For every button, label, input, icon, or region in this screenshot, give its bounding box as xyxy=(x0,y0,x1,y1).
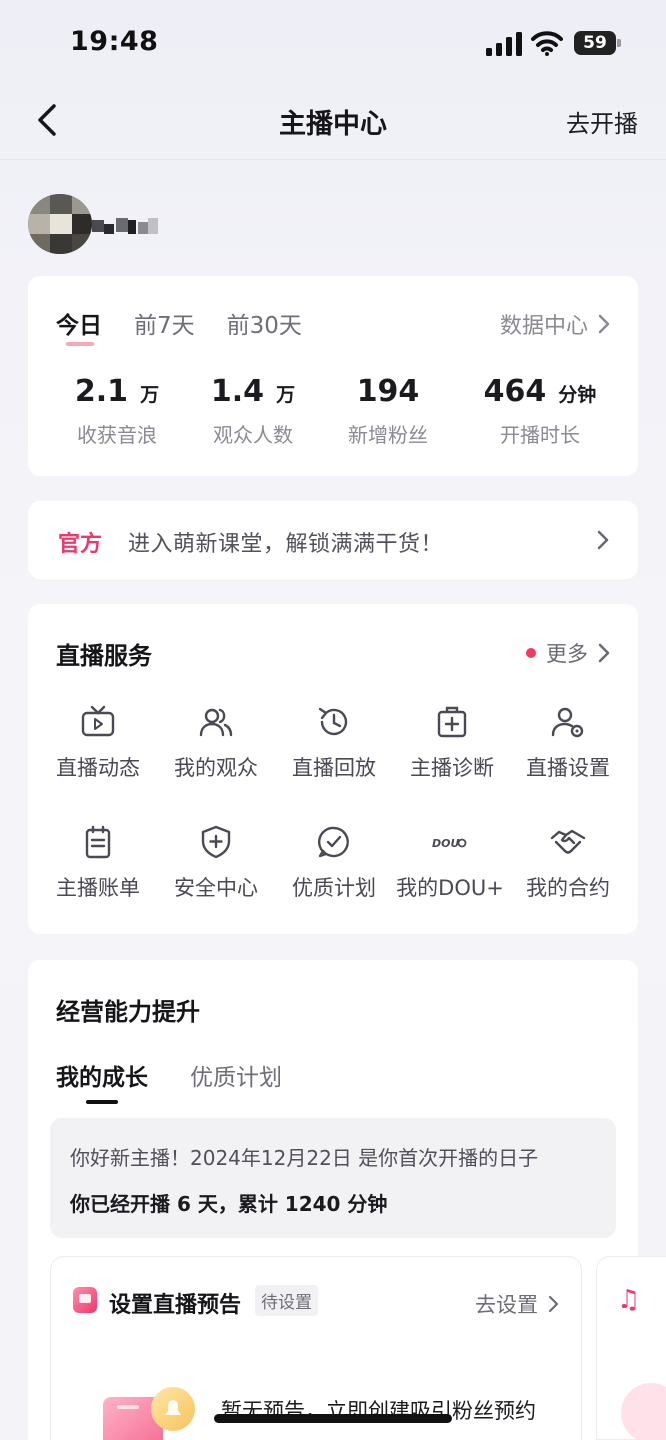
status-badge: 待设置 xyxy=(255,1285,318,1316)
battery-icon: 59 xyxy=(574,31,622,55)
music-note-icon: ♫ xyxy=(617,1285,641,1315)
stat-label: 观众人数 xyxy=(213,423,293,447)
preview-illustration-icon xyxy=(103,1387,195,1440)
service-label: 主播诊断 xyxy=(410,756,494,780)
active-tab-indicator xyxy=(66,342,94,346)
tab-7-days[interactable]: 前7天 xyxy=(134,306,195,340)
check-chat-icon xyxy=(318,826,349,858)
stat-unit: 万 xyxy=(276,384,296,406)
service-quality-plan[interactable]: 优质计划 xyxy=(274,824,394,902)
service-label: 我的观众 xyxy=(174,756,258,780)
service-my-audience[interactable]: 我的观众 xyxy=(156,704,276,782)
tab-30-days[interactable]: 前30天 xyxy=(227,306,302,340)
handshake-icon xyxy=(550,829,586,854)
service-replay[interactable]: 直播回放 xyxy=(274,704,394,782)
service-dou-plus[interactable]: DOU 我的DOU+ xyxy=(390,824,510,902)
banner-text: 进入萌新课堂，解锁满满干货！ xyxy=(128,532,444,557)
official-tag: 官方 xyxy=(58,532,103,557)
tv-icon xyxy=(81,705,115,737)
stat-unit: 分钟 xyxy=(558,384,597,406)
username-pixelated xyxy=(92,218,158,234)
shield-icon xyxy=(201,825,231,859)
next-card-peek[interactable]: ♫ xyxy=(596,1256,666,1440)
more-label: 更多 xyxy=(546,642,588,666)
stat-value: 2.1 xyxy=(74,374,129,409)
bill-icon xyxy=(85,825,111,859)
stat-value: 464 xyxy=(483,374,547,409)
stat-label: 开播时长 xyxy=(500,423,580,447)
go-settings-link[interactable]: 去设置 xyxy=(475,1289,559,1319)
growth-tabs: 我的成长 优质计划 xyxy=(56,1058,324,1104)
service-live-feed[interactable]: 直播动态 xyxy=(38,704,158,782)
service-label: 优质计划 xyxy=(292,876,376,900)
stat-live-duration[interactable]: 464 分钟 开播时长 xyxy=(460,374,620,448)
medical-kit-icon xyxy=(437,706,467,738)
decorative-circle xyxy=(621,1383,666,1440)
stat-unit: 万 xyxy=(140,384,160,406)
more-services-link[interactable]: 更多 xyxy=(526,638,610,668)
service-bill[interactable]: 主播账单 xyxy=(38,824,158,902)
tab-my-growth[interactable]: 我的成长 xyxy=(56,1058,148,1104)
home-indicator xyxy=(214,1414,452,1423)
live-services-card: 直播服务 更多 直播动态 我的观众 直播回放 主播诊断 直播设置 主播账单 安全… xyxy=(28,604,638,934)
stat-viewers[interactable]: 1.4 万 观众人数 xyxy=(178,374,328,448)
svg-text:DOU: DOU xyxy=(432,837,459,850)
service-contract[interactable]: 我的合约 xyxy=(508,824,628,902)
data-center-link[interactable]: 数据中心 xyxy=(500,308,610,340)
chevron-right-icon xyxy=(597,530,609,550)
user-settings-icon xyxy=(551,707,584,738)
audience-icon xyxy=(199,708,233,737)
battery-level: 59 xyxy=(574,31,616,55)
status-bar: 19:48 59 xyxy=(0,0,666,90)
dou-icon: DOU xyxy=(432,837,467,850)
wifi-icon xyxy=(531,31,563,56)
section-title: 经营能力提升 xyxy=(56,998,200,1026)
stat-value: 1.4 xyxy=(210,374,265,409)
preview-title: 设置直播预告 xyxy=(109,1293,242,1318)
stat-label: 新增粉丝 xyxy=(348,423,428,447)
tab-today-label: 今日 xyxy=(56,313,102,339)
stat-value: 194 xyxy=(356,374,420,409)
tab-my-growth-label: 我的成长 xyxy=(56,1065,148,1091)
notification-dot xyxy=(526,648,536,658)
go-settings-label: 去设置 xyxy=(475,1293,538,1317)
service-diagnosis[interactable]: 主播诊断 xyxy=(392,704,512,782)
service-label: 主播账单 xyxy=(56,876,140,900)
welcome-line-1: 你好新主播！2024年12月22日 是你首次开播的日子 xyxy=(70,1146,539,1170)
service-label: 我的DOU+ xyxy=(396,876,504,900)
avatar[interactable] xyxy=(28,194,92,254)
start-live-button[interactable]: 去开播 xyxy=(566,104,638,139)
live-preview-card[interactable]: 设置直播预告 待设置 去设置 暂无预告，立即创建吸引粉丝预约 xyxy=(50,1256,582,1440)
chevron-right-icon xyxy=(598,643,610,663)
official-banner[interactable]: 官方 进入萌新课堂，解锁满满干货！ xyxy=(28,501,638,579)
stat-label: 收获音浪 xyxy=(77,423,157,447)
section-title: 直播服务 xyxy=(56,642,152,670)
growth-card: 经营能力提升 我的成长 优质计划 你好新主播！2024年12月22日 是你首次开… xyxy=(28,960,638,1440)
data-center-label: 数据中心 xyxy=(499,314,588,339)
replay-clock-icon xyxy=(318,707,348,736)
signal-icon xyxy=(486,32,522,56)
stats-card: 今日 前7天 前30天 数据中心 2.1 万 收获音浪 1.4 万 观众人数 194… xyxy=(28,276,638,476)
welcome-box: 你好新主播！2024年12月22日 是你首次开播的日子 你已经开播 6 天，累计… xyxy=(50,1118,616,1238)
chevron-right-icon xyxy=(598,314,610,334)
chevron-right-icon xyxy=(548,1295,559,1313)
stat-sound-waves[interactable]: 2.1 万 收获音浪 xyxy=(42,374,192,448)
service-security[interactable]: 安全中心 xyxy=(156,824,276,902)
stat-new-fans[interactable]: 194 新增粉丝 xyxy=(313,374,463,448)
tab-quality-plan[interactable]: 优质计划 xyxy=(190,1058,282,1092)
tab-today[interactable]: 今日 xyxy=(56,306,102,346)
service-label: 直播动态 xyxy=(56,756,140,780)
nav-bar: 主播中心 去开播 xyxy=(0,90,666,160)
service-label: 我的合约 xyxy=(526,876,610,900)
welcome-line-2: 你已经开播 6 天，累计 1240 分钟 xyxy=(70,1192,388,1216)
active-tab-indicator xyxy=(86,1100,118,1104)
service-label: 直播设置 xyxy=(526,756,610,780)
status-time: 19:48 xyxy=(70,26,159,57)
stats-period-tabs: 今日 前7天 前30天 xyxy=(56,306,334,346)
service-label: 直播回放 xyxy=(292,756,376,780)
calendar-icon xyxy=(73,1287,97,1313)
service-label: 安全中心 xyxy=(174,876,258,900)
service-live-settings[interactable]: 直播设置 xyxy=(508,704,628,782)
